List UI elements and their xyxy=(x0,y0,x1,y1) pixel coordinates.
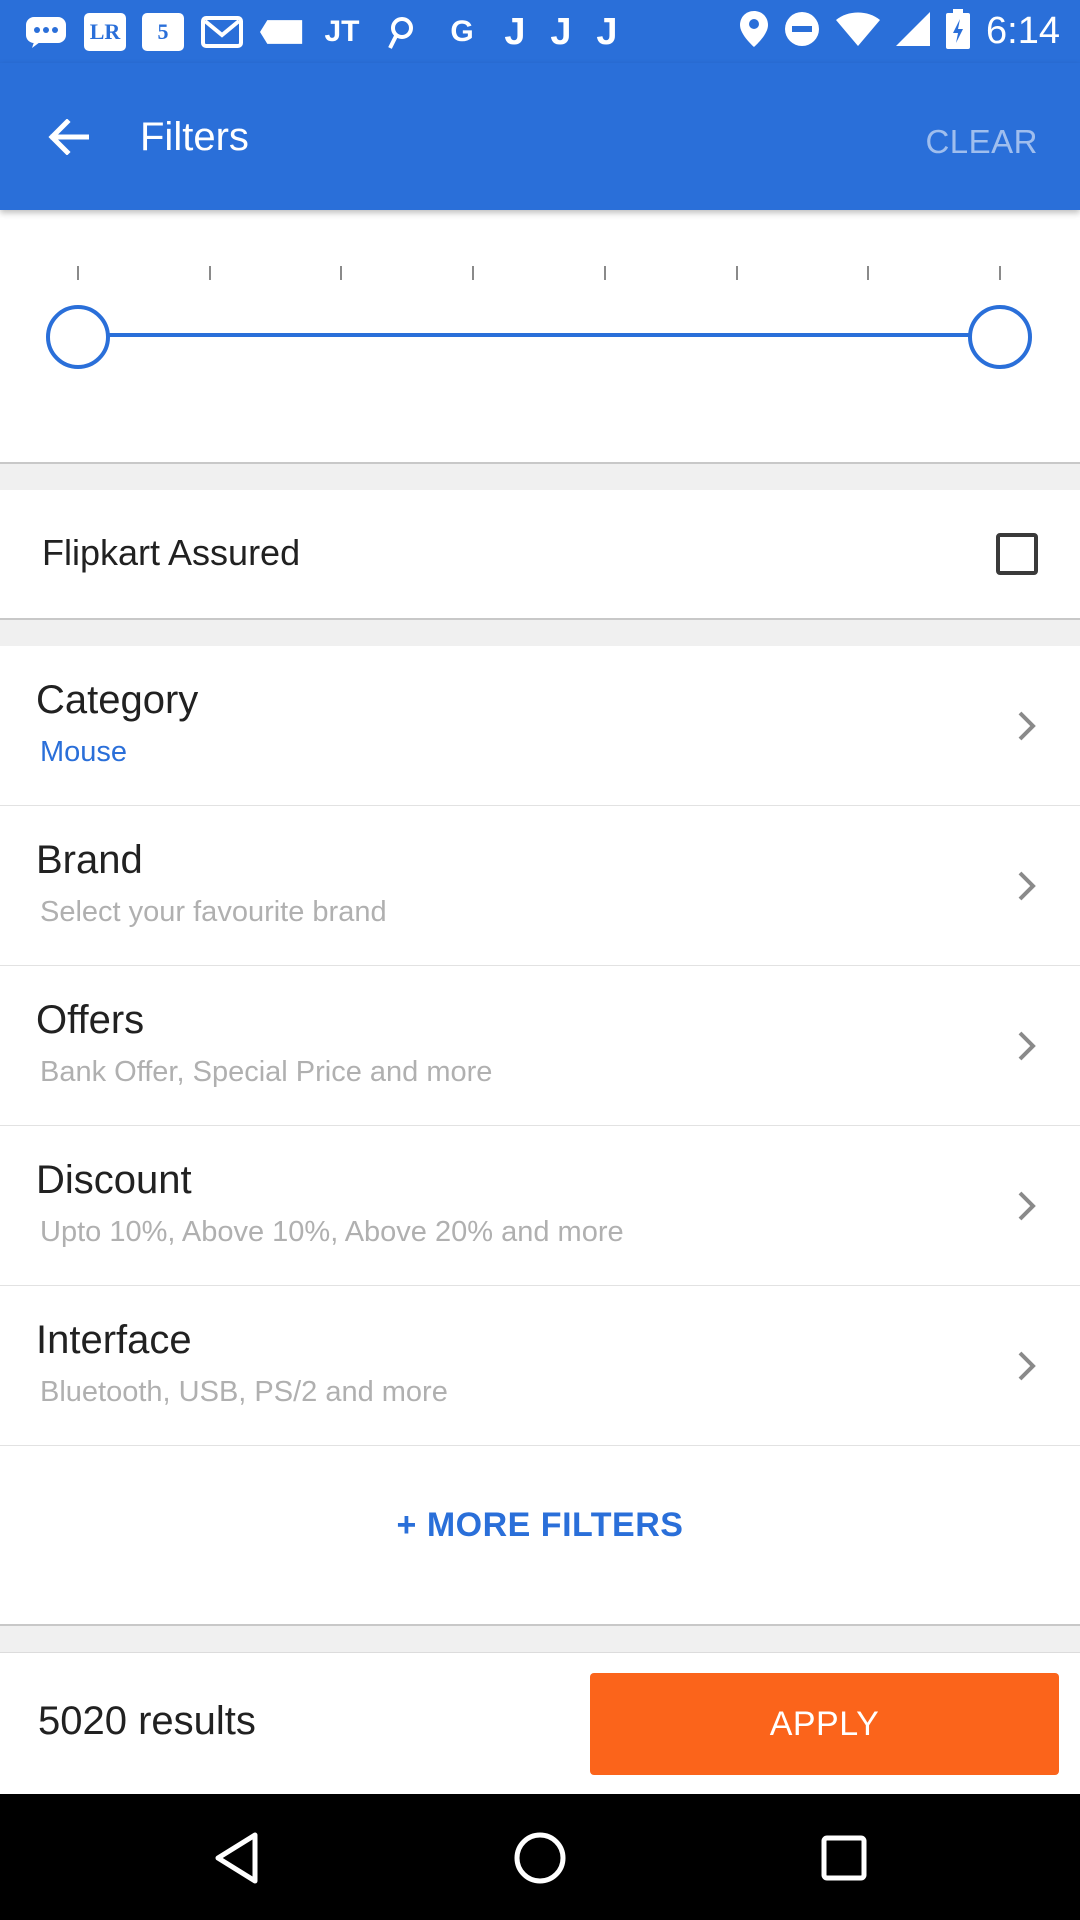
results-footer: 5020 results APPLY xyxy=(0,1652,1080,1794)
j-app-icon-2: J xyxy=(550,10,572,53)
filter-title: Interface xyxy=(36,1318,192,1362)
apply-button[interactable]: APPLY xyxy=(590,1673,1059,1775)
slider-max-handle[interactable] xyxy=(968,305,1032,369)
nav-recents-button[interactable] xyxy=(808,1822,880,1894)
navigation-bar xyxy=(0,1794,1080,1920)
chevron-right-icon xyxy=(1012,1346,1042,1386)
five-app-icon: 5 xyxy=(142,13,184,51)
slider-tick xyxy=(603,266,606,280)
assured-checkbox[interactable] xyxy=(996,533,1038,575)
slider-tick xyxy=(735,266,738,280)
slider-tick xyxy=(208,266,211,280)
filter-subtitle: Select your favourite brand xyxy=(40,896,387,928)
j-app-icon-1: J xyxy=(504,10,526,53)
filter-title: Offers xyxy=(36,998,145,1042)
price-range-slider xyxy=(0,210,1080,464)
tag-icon xyxy=(260,12,304,52)
battery-icon xyxy=(946,8,971,54)
filter-title: Category xyxy=(36,678,199,722)
circle-home-icon xyxy=(514,1832,566,1884)
slider-tick xyxy=(999,266,1001,280)
lr-app-icon: LR xyxy=(84,13,126,51)
back-button[interactable] xyxy=(36,105,100,169)
slider-tick xyxy=(472,266,475,280)
chevron-right-icon xyxy=(1012,1186,1042,1226)
clear-button[interactable]: CLEAR xyxy=(925,123,1038,161)
filter-subtitle: Bluetooth, USB, PS/2 and more xyxy=(40,1376,448,1408)
slider-tick xyxy=(867,266,870,280)
status-bar: LR 5 JT G J J J 6:14 xyxy=(0,0,1080,63)
jt-app-icon: JT xyxy=(324,15,360,48)
more-filters-button[interactable]: + MORE FILTERS xyxy=(0,1506,1080,1545)
filter-row-category[interactable]: Category Mouse xyxy=(0,646,1080,806)
google-icon: G xyxy=(450,15,474,48)
filter-list: Category Mouse Brand Select your favouri… xyxy=(0,646,1080,1626)
chat-bubble-icon xyxy=(24,12,68,52)
link-app-icon xyxy=(380,12,424,52)
signal-icon xyxy=(896,11,931,51)
app-bar: Filters CLEAR xyxy=(0,63,1080,210)
nav-back-button[interactable] xyxy=(200,1822,272,1894)
chevron-right-icon xyxy=(1012,866,1042,906)
filter-row-offers[interactable]: Offers Bank Offer, Special Price and mor… xyxy=(0,966,1080,1126)
assured-filter-row[interactable]: Flipkart Assured xyxy=(0,490,1080,620)
square-recents-icon xyxy=(821,1835,867,1881)
triangle-back-icon xyxy=(215,1832,258,1884)
page-title: Filters xyxy=(140,115,249,159)
do-not-disturb-icon xyxy=(784,11,820,52)
slider-min-handle[interactable] xyxy=(46,305,110,369)
filter-title: Discount xyxy=(36,1158,192,1202)
chevron-right-icon xyxy=(1012,1026,1042,1066)
location-pin-icon xyxy=(740,10,769,52)
filter-title: Brand xyxy=(36,838,143,882)
system-status-icons: 6:14 xyxy=(740,8,1060,54)
nav-home-button[interactable] xyxy=(504,1822,576,1894)
chevron-right-icon xyxy=(1012,706,1042,746)
filter-subtitle: Bank Offer, Special Price and more xyxy=(40,1056,493,1088)
gmail-icon xyxy=(200,12,244,52)
assured-label: Flipkart Assured xyxy=(42,532,301,573)
notification-icons: LR 5 JT G J J J xyxy=(24,10,622,54)
filter-subtitle: Upto 10%, Above 10%, Above 20% and more xyxy=(40,1216,624,1248)
slider-track[interactable] xyxy=(78,333,1000,337)
j-app-icon-3: J xyxy=(596,10,618,53)
clock-time: 6:14 xyxy=(986,9,1060,52)
filter-row-brand[interactable]: Brand Select your favourite brand xyxy=(0,806,1080,966)
filter-subtitle: Mouse xyxy=(40,736,128,768)
slider-tick xyxy=(77,266,79,280)
arrow-back-icon xyxy=(48,119,89,155)
filter-row-discount[interactable]: Discount Upto 10%, Above 10%, Above 20% … xyxy=(0,1126,1080,1286)
wifi-icon xyxy=(836,12,881,51)
slider-tick xyxy=(340,266,343,280)
filter-row-interface[interactable]: Interface Bluetooth, USB, PS/2 and more xyxy=(0,1286,1080,1446)
results-count: 5020 results xyxy=(38,1699,256,1743)
